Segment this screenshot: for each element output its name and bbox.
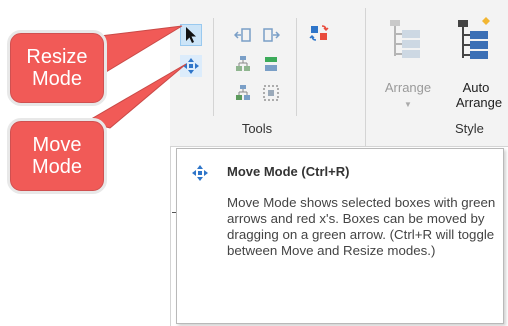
move-mode-tooltip: Move Mode (Ctrl+R) Move Mode shows selec… [176,148,504,324]
resize-mode-callout-text: Resize Mode [26,46,88,90]
resize-mode-callout: Resize Mode [7,30,107,106]
resize-callout-pointer [99,25,183,73]
move-mode-callout: Move Mode [7,118,107,194]
move-arrows-icon [192,165,208,181]
tooltip-title: Move Mode (Ctrl+R) [227,164,350,179]
tooltip-body: Move Mode shows selected boxes with gree… [227,195,496,258]
move-mode-callout-text: Move Mode [31,134,83,178]
